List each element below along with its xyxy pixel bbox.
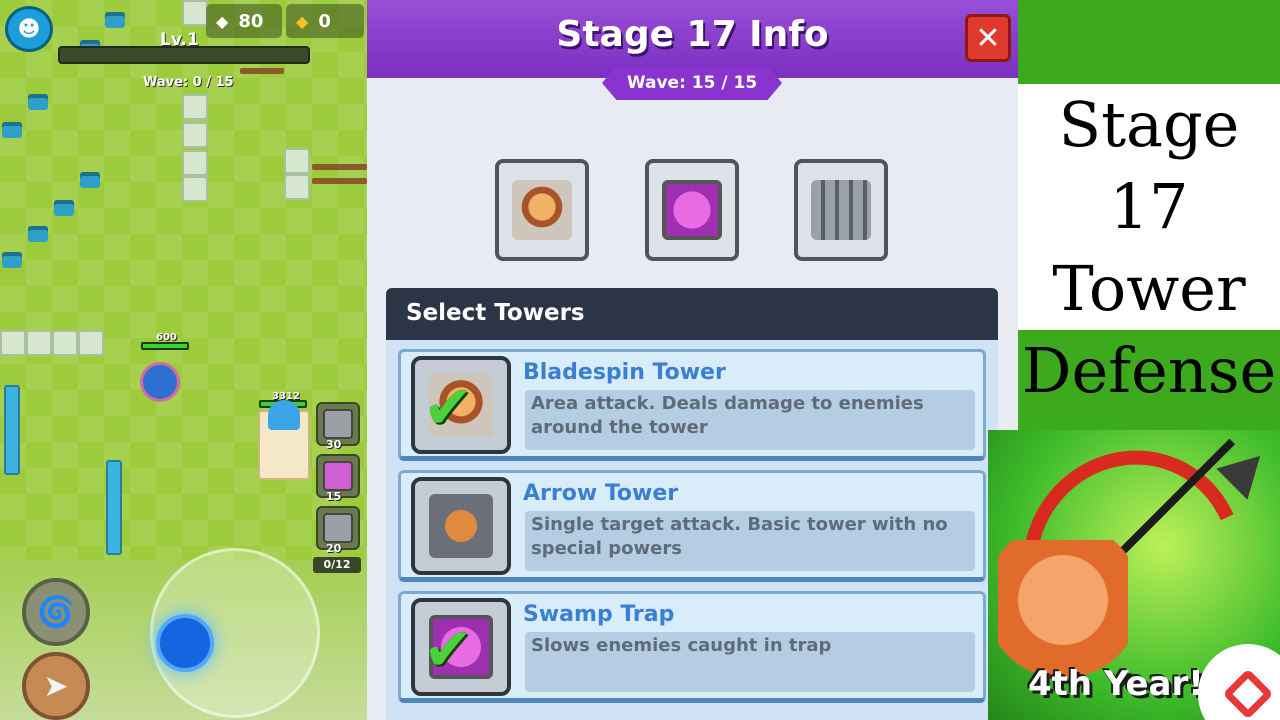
player-level: Lv.1 <box>160 30 199 50</box>
stage-tower-icons <box>495 126 895 266</box>
publisher-logo <box>1198 644 1280 720</box>
stone-block <box>182 94 208 120</box>
tower-card-bladespin[interactable]: ✔ Bladespin Tower Area attack. Deals dam… <box>398 349 986 461</box>
dash-icon: ➤ <box>43 668 69 704</box>
water-channel <box>106 460 122 555</box>
tower-description: Slows enemies caught in trap <box>525 632 975 692</box>
panel-title: Stage 17 Info <box>556 14 829 55</box>
stone-block <box>182 150 208 176</box>
tower-name: Bladespin Tower <box>523 360 726 385</box>
gold-icon: ◆ <box>296 11 309 31</box>
castle <box>258 400 310 480</box>
close-icon: ✕ <box>975 20 1001 56</box>
stone-block <box>0 330 26 356</box>
check-icon: ✔ <box>423 615 474 685</box>
hero-character <box>140 362 180 402</box>
stone-block <box>182 122 208 148</box>
hero-hp-bar <box>141 342 189 350</box>
swamp-trap-icon <box>662 180 722 240</box>
enemy-spawn-hole <box>105 12 125 28</box>
tower-slot-cost: 30 <box>326 438 342 451</box>
video-title-line: Tower <box>1052 252 1246 325</box>
game-field[interactable]: ☻ ◆ 80 ◆ 0 Lv.1 Wave: 0 / 15 600 3312 30… <box>0 0 367 720</box>
wave-counter: Wave: 0 / 15 <box>143 75 234 90</box>
select-towers-list: Select Towers ✔ Bladespin Tower Area att… <box>386 288 998 720</box>
tower-slot-cost: 20 <box>326 542 342 555</box>
swamp-trap-icon <box>323 461 353 491</box>
enemy-spawn-hole <box>2 122 22 138</box>
tower-slot-count: 0/12 <box>313 557 361 573</box>
stage-tower-bladespin[interactable] <box>495 159 589 261</box>
close-button[interactable]: ✕ <box>965 14 1011 62</box>
tower-description: Area attack. Deals damage to enemies aro… <box>525 390 975 450</box>
wooden-fence <box>240 68 284 74</box>
gem-icon: ◆ <box>216 11 229 31</box>
enemy-spawn-hole <box>54 200 74 216</box>
wave-badge: Wave: 15 / 15 <box>602 66 782 100</box>
logo-mark-icon <box>1222 668 1274 720</box>
joystick-knob[interactable] <box>156 614 214 672</box>
gem-counter: ◆ 80 <box>206 4 282 38</box>
stone-block <box>182 0 208 26</box>
stone-block <box>26 330 52 356</box>
stone-block <box>284 174 310 200</box>
gold-count: 0 <box>318 10 331 32</box>
stone-block <box>182 176 208 202</box>
tower-slot-cost: 15 <box>326 490 342 503</box>
gold-counter: ◆ 0 <box>286 4 364 38</box>
castle-roof <box>268 400 300 430</box>
stage-info-panel: Stage 17 Info ✕ Wave: 15 / 15 Select Tow… <box>367 0 1018 720</box>
stage-tower-spike[interactable] <box>794 159 888 261</box>
tower-thumbnail <box>411 477 511 575</box>
enemy-spawn-hole <box>2 252 22 268</box>
stone-block <box>284 148 310 174</box>
stone-block <box>52 330 78 356</box>
tower-name: Swamp Trap <box>523 602 675 627</box>
enemy-spawn-hole <box>80 172 100 188</box>
spike-trap-icon <box>811 180 871 240</box>
anniversary-text: 4th Year! <box>1028 664 1204 704</box>
tornado-skill-button[interactable]: 🌀 <box>22 578 90 646</box>
tower-name: Arrow Tower <box>523 481 679 506</box>
bladespin-tower-icon <box>323 409 353 439</box>
tornado-icon: 🌀 <box>37 594 75 630</box>
spike-trap-icon <box>323 513 353 543</box>
stage-tower-swamp[interactable] <box>645 159 739 261</box>
video-title: Stage 17 Tower Defense <box>1018 84 1280 407</box>
tower-card-swamp[interactable]: ✔ Swamp Trap Slows enemies caught in tra… <box>398 591 986 703</box>
select-towers-header: Select Towers <box>386 288 998 340</box>
screen: ☻ ◆ 80 ◆ 0 Lv.1 Wave: 0 / 15 600 3312 30… <box>0 0 1280 720</box>
arrow-tower-icon <box>429 494 493 558</box>
dash-skill-button[interactable]: ➤ <box>22 652 90 720</box>
tower-card-arrow[interactable]: Arrow Tower Single target attack. Basic … <box>398 470 986 582</box>
player-avatar[interactable]: ☻ <box>5 6 53 52</box>
video-title-line: Defense <box>1021 334 1277 407</box>
water-channel <box>4 385 20 475</box>
stone-block <box>78 330 104 356</box>
gem-count: 80 <box>238 10 264 32</box>
bladespin-tower-icon <box>512 180 572 240</box>
check-icon: ✔ <box>423 373 474 443</box>
tower-description: Single target attack. Basic tower with n… <box>525 511 975 571</box>
game-promo-art: 4th Year! <box>988 430 1280 720</box>
enemy-spawn-hole <box>28 226 48 242</box>
wooden-fence <box>312 178 367 184</box>
wooden-fence <box>312 164 367 170</box>
enemy-spawn-hole <box>28 94 48 110</box>
video-title-line: Stage 17 <box>1058 88 1240 243</box>
